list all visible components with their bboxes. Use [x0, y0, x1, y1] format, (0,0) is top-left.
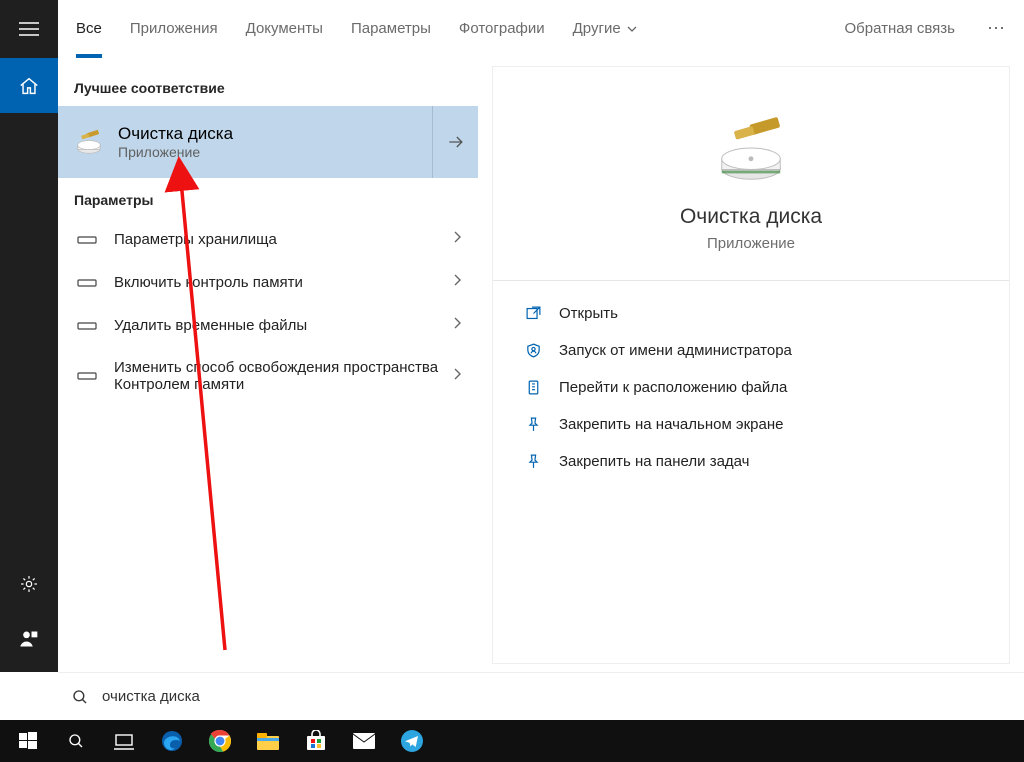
- taskbar-app-store[interactable]: [292, 720, 340, 762]
- settings-button[interactable]: [0, 556, 58, 611]
- feedback-label: Обратная связь: [844, 20, 955, 37]
- home-icon: [18, 75, 40, 97]
- action-file-location[interactable]: Перейти к расположению файла: [509, 369, 993, 406]
- task-view-button[interactable]: [100, 720, 148, 762]
- start-button[interactable]: [4, 720, 52, 762]
- taskbar-app-mail[interactable]: [340, 720, 388, 762]
- disk-cleanup-icon: [711, 109, 791, 189]
- taskbar-search-button[interactable]: [52, 720, 100, 762]
- store-icon: [305, 730, 327, 752]
- taskbar-app-chrome[interactable]: [196, 720, 244, 762]
- tab-other[interactable]: Другие: [559, 0, 651, 58]
- hamburger-icon: [19, 22, 39, 36]
- setting-label: Включить контроль памяти: [114, 274, 439, 291]
- chevron-right-icon: [453, 230, 462, 244]
- tab-label: Параметры: [351, 20, 431, 37]
- chevron-right-icon: [453, 316, 462, 330]
- mail-icon: [352, 732, 376, 750]
- action-label: Перейти к расположению файла: [559, 379, 787, 396]
- taskbar-app-telegram[interactable]: [388, 720, 436, 762]
- more-button[interactable]: ⋯: [973, 0, 1020, 58]
- admin-icon: [525, 342, 542, 359]
- preview-panel: Очистка диска Приложение Открыть Запуск …: [492, 66, 1010, 664]
- action-pin-start[interactable]: Закрепить на начальном экране: [509, 406, 993, 443]
- tab-label: Документы: [246, 20, 323, 37]
- group-best-match: Лучшее соответствие: [58, 66, 478, 106]
- chevron-down-icon: [627, 26, 637, 32]
- search-filter-tabs: Все Приложения Документы Параметры Фотог…: [58, 0, 1024, 58]
- tab-all[interactable]: Все: [62, 0, 116, 58]
- settings-row-icon: [77, 370, 97, 382]
- settings-row-icon: [77, 234, 97, 246]
- disk-cleanup-icon: [74, 127, 104, 157]
- setting-label: Параметры хранилища: [114, 231, 439, 248]
- taskbar-app-explorer[interactable]: [244, 720, 292, 762]
- action-pin-taskbar[interactable]: Закрепить на панели задач: [509, 443, 993, 480]
- action-label: Запуск от имени администратора: [559, 342, 792, 359]
- setting-item-configure[interactable]: Изменить способ освобождения пространств…: [58, 347, 478, 405]
- tab-label: Приложения: [130, 20, 218, 37]
- preview-title: Очистка диска: [680, 205, 822, 229]
- settings-row-icon: [77, 320, 97, 332]
- group-settings: Параметры: [58, 178, 478, 218]
- best-match-subtitle: Приложение: [118, 144, 233, 160]
- tab-settings[interactable]: Параметры: [337, 0, 445, 58]
- setting-label: Изменить способ освобождения пространств…: [114, 359, 439, 393]
- pin-icon: [525, 416, 542, 433]
- windows-icon: [19, 732, 37, 750]
- search-icon: [67, 732, 85, 750]
- taskbar-app-edge[interactable]: [148, 720, 196, 762]
- ellipsis-icon: ⋯: [987, 18, 1006, 39]
- action-label: Закрепить на начальном экране: [559, 416, 783, 433]
- account-button[interactable]: [0, 611, 58, 666]
- folder-icon: [256, 731, 280, 751]
- gear-icon: [19, 574, 39, 594]
- tab-docs[interactable]: Документы: [232, 0, 337, 58]
- search-icon: [58, 688, 102, 706]
- settings-row-icon: [77, 277, 97, 289]
- pin-icon: [525, 453, 542, 470]
- tab-label: Фотографии: [459, 20, 545, 37]
- best-match-expand[interactable]: [432, 106, 478, 178]
- tab-photos[interactable]: Фотографии: [445, 0, 559, 58]
- preview-subtitle: Приложение: [707, 235, 795, 252]
- hamburger-button[interactable]: [0, 0, 58, 58]
- setting-item-temp-files[interactable]: Удалить временные файлы: [58, 304, 478, 347]
- best-match-result[interactable]: Очистка диска Приложение: [58, 106, 478, 178]
- telegram-icon: [400, 729, 424, 753]
- search-bar: [58, 672, 1024, 720]
- best-match-title: Очистка диска: [118, 124, 233, 144]
- chrome-icon: [208, 729, 232, 753]
- action-run-admin[interactable]: Запуск от имени администратора: [509, 332, 993, 369]
- results-panel: Лучшее соответствие: [58, 66, 478, 664]
- taskbar: [0, 720, 1024, 762]
- search-input[interactable]: [102, 688, 1024, 705]
- tab-label: Другие: [573, 20, 621, 37]
- setting-item-storage[interactable]: Параметры хранилища: [58, 218, 478, 261]
- feedback-link[interactable]: Обратная связь: [826, 0, 973, 58]
- action-label: Закрепить на панели задач: [559, 453, 750, 470]
- chevron-right-icon: [453, 367, 462, 381]
- cortana-sidebar: [0, 0, 58, 672]
- folder-icon: [525, 379, 542, 396]
- setting-label: Удалить временные файлы: [114, 317, 439, 334]
- edge-icon: [160, 729, 184, 753]
- home-button[interactable]: [0, 58, 58, 113]
- tab-label: Все: [76, 20, 102, 37]
- person-icon: [19, 629, 39, 649]
- action-open[interactable]: Открыть: [509, 295, 993, 332]
- arrow-right-icon: [446, 132, 466, 152]
- setting-item-storage-sense[interactable]: Включить контроль памяти: [58, 261, 478, 304]
- task-view-icon: [113, 732, 135, 750]
- tab-apps[interactable]: Приложения: [116, 0, 232, 58]
- open-icon: [525, 305, 542, 322]
- chevron-right-icon: [453, 273, 462, 287]
- action-label: Открыть: [559, 305, 618, 322]
